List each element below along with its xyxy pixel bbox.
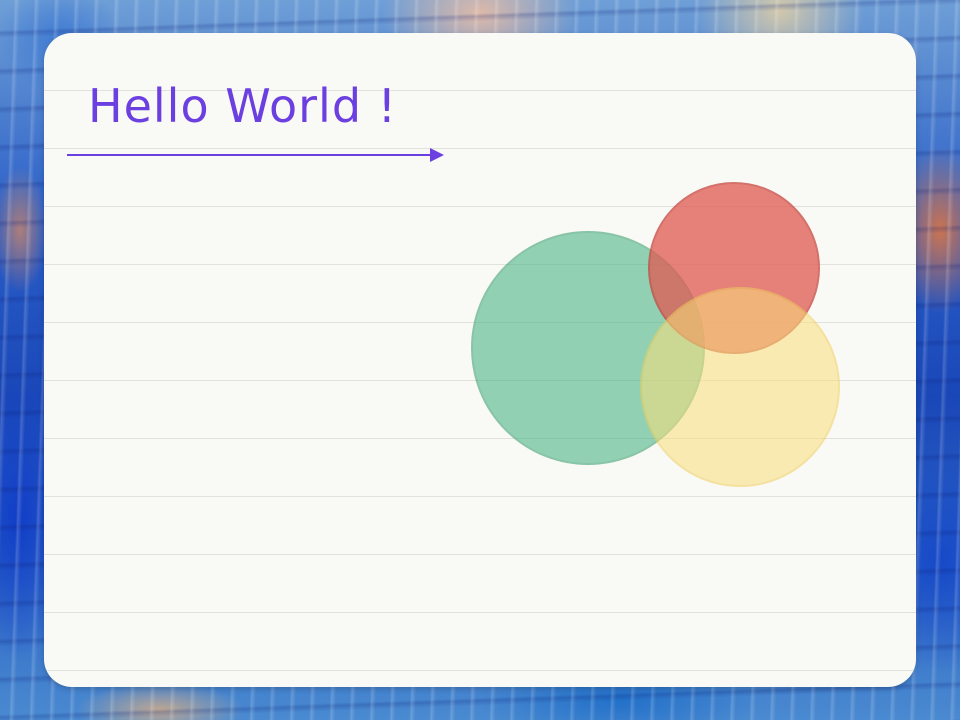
underline-arrow (67, 148, 444, 162)
yellow-circle[interactable] (640, 287, 840, 487)
venn-diagram (471, 182, 840, 487)
note-title: Hello World ! (88, 79, 398, 133)
note-card[interactable]: Hello World ! (44, 33, 916, 687)
